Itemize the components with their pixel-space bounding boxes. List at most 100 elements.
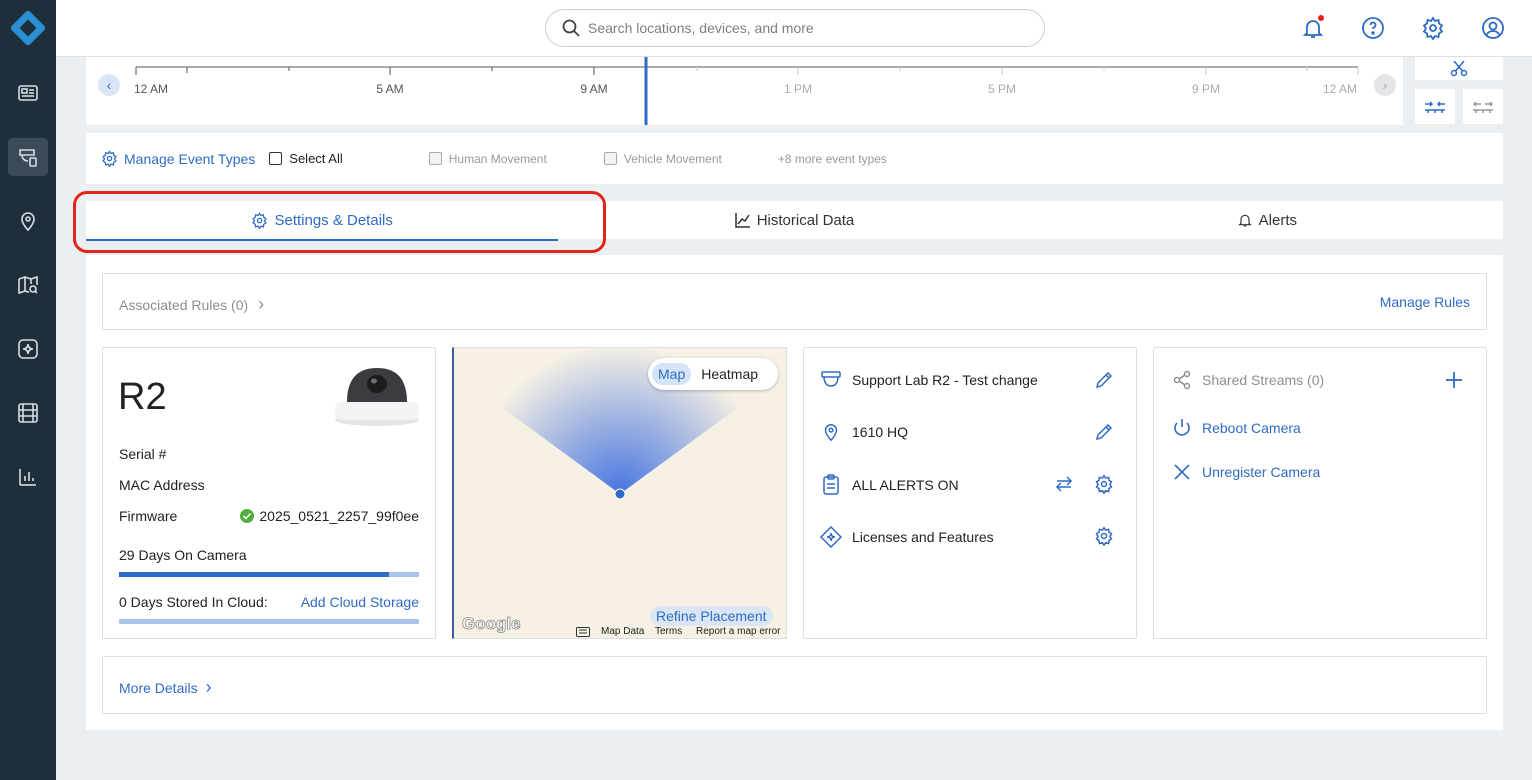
- dome-camera-icon: [821, 371, 841, 387]
- more-details-link[interactable]: More Details ›: [119, 677, 212, 698]
- timeline-next-button[interactable]: ›: [1374, 74, 1396, 96]
- associated-rules-label: Associated Rules (0): [119, 296, 249, 313]
- reboot-camera-label: Reboot Camera: [1202, 420, 1301, 436]
- report-map-error-link[interactable]: Report a map error: [696, 626, 780, 637]
- shared-streams-row: Shared Streams (0): [1172, 370, 1324, 390]
- camera-map[interactable]: Map Heatmap Google Refine Placement Map …: [452, 347, 787, 639]
- top-bar: [56, 0, 1532, 57]
- timeline-label: 5 PM: [987, 82, 1017, 96]
- compress-icon: [1425, 100, 1445, 113]
- field-of-view: [500, 348, 740, 500]
- more-event-types-link[interactable]: +8 more event types: [778, 152, 887, 166]
- camera-actions-card: Shared Streams (0) Reboot Camera Unregis…: [1153, 347, 1487, 639]
- refine-placement-button[interactable]: Refine Placement: [650, 606, 773, 626]
- unregister-camera-button[interactable]: Unregister Camera: [1172, 462, 1320, 482]
- sparkle-icon: [18, 339, 38, 359]
- timeline-label: 9 PM: [1191, 82, 1221, 96]
- sidebar: [0, 0, 56, 780]
- search-bar[interactable]: [545, 9, 1045, 47]
- select-all-checkbox[interactable]: Select All: [269, 151, 343, 166]
- tab-historical-data[interactable]: Historical Data: [558, 201, 1030, 239]
- shared-streams-label: Shared Streams (0): [1202, 372, 1325, 388]
- share-icon: [1173, 370, 1191, 390]
- chevron-right-icon: ›: [1382, 77, 1388, 93]
- camera-storage-fill: [119, 572, 389, 577]
- search-input[interactable]: [588, 20, 1008, 36]
- more-details-card: More Details ›: [102, 656, 1487, 714]
- swap-alerts-button[interactable]: [1054, 474, 1074, 494]
- sidebar-item-locations[interactable]: [8, 202, 48, 240]
- location-row: 1610 HQ: [820, 422, 908, 442]
- account-button[interactable]: [1481, 16, 1505, 40]
- sidebar-item-analytics[interactable]: [8, 458, 48, 496]
- timeline[interactable]: ‹ 12 AM 5 AM 9 AM 1 PM 5 PM 9 PM 12 AM ›: [86, 57, 1403, 125]
- google-logo: Google: [462, 614, 521, 634]
- associated-rules-link[interactable]: Associated Rules (0) ›: [119, 294, 264, 315]
- zoom-out-timeline-button[interactable]: [1463, 89, 1503, 124]
- terms-link[interactable]: Terms: [655, 626, 682, 637]
- mac-label: MAC Address: [119, 477, 205, 493]
- event-type-label: Vehicle Movement: [623, 151, 722, 166]
- event-type-human: Human Movement: [428, 152, 547, 166]
- camera-info-card: R2 Serial # MAC Address Firmware 2025_05…: [102, 347, 436, 639]
- sidebar-item-footage[interactable]: [8, 394, 48, 432]
- sidebar-item-map-search[interactable]: [8, 266, 48, 304]
- add-cloud-storage-link[interactable]: Add Cloud Storage: [301, 594, 419, 610]
- timeline-label: 5 AM: [376, 82, 404, 96]
- pencil-icon: [1095, 371, 1113, 389]
- expand-icon: [1472, 100, 1494, 113]
- help-button[interactable]: [1361, 16, 1385, 40]
- map-view-toggle[interactable]: Map Heatmap: [648, 358, 778, 390]
- settings-button[interactable]: [1421, 16, 1445, 40]
- line-chart-icon: [734, 213, 750, 228]
- zoom-in-timeline-button[interactable]: [1415, 89, 1455, 124]
- notifications-button[interactable]: [1301, 15, 1325, 40]
- checkbox[interactable]: [269, 152, 283, 165]
- gear-icon: [1095, 474, 1113, 494]
- chevron-right-icon: ›: [205, 677, 212, 697]
- tab-alerts[interactable]: Alerts: [1031, 201, 1503, 239]
- pencil-icon: [1095, 423, 1113, 441]
- camera-display-name: Support Lab R2 - Test change: [852, 372, 1038, 388]
- power-icon: [1174, 419, 1190, 436]
- highlight-annotation: [73, 191, 606, 253]
- timeline-label: 9 AM: [580, 82, 608, 96]
- reboot-camera-button[interactable]: Reboot Camera: [1172, 418, 1301, 438]
- check-circle-icon: [240, 509, 255, 523]
- manage-rules-link[interactable]: Manage Rules: [1380, 294, 1470, 310]
- camera-name-row: Support Lab R2 - Test change: [820, 370, 1038, 390]
- chevron-right-icon: ›: [258, 294, 265, 314]
- days-in-cloud-label: 0 Days Stored In Cloud:: [119, 594, 268, 610]
- camera-storage-bar: [119, 572, 419, 577]
- app-logo[interactable]: [9, 9, 47, 47]
- camera-name: R2: [118, 376, 167, 418]
- sidebar-item-devices[interactable]: [8, 138, 48, 176]
- manage-event-types-label: Manage Event Types: [124, 150, 256, 167]
- map-data-link[interactable]: Map Data: [601, 626, 644, 637]
- timeline-label: 12 AM: [1322, 82, 1358, 96]
- devices-icon: [19, 149, 37, 167]
- timeline-label: 1 PM: [783, 82, 813, 96]
- edit-location-button[interactable]: [1094, 422, 1114, 442]
- more-details-label: More Details: [119, 679, 198, 696]
- clip-button[interactable]: [1415, 57, 1503, 80]
- firmware-label: Firmware: [119, 508, 178, 524]
- heatmap-toggle-option[interactable]: Heatmap: [701, 366, 758, 382]
- licenses-settings-button[interactable]: [1094, 526, 1114, 546]
- gear-icon: [1095, 526, 1113, 546]
- diamond-sparkle-icon: [820, 526, 842, 548]
- map-search-icon: [18, 275, 38, 295]
- add-shared-stream-button[interactable]: [1445, 371, 1463, 389]
- associated-rules-card: Associated Rules (0) › Manage Rules: [102, 273, 1487, 330]
- edit-name-button[interactable]: [1094, 370, 1114, 390]
- manage-event-types-button[interactable]: Manage Event Types: [101, 150, 255, 167]
- sidebar-item-ai[interactable]: [8, 330, 48, 368]
- map-toggle-option[interactable]: Map: [652, 363, 692, 385]
- clipboard-icon: [823, 474, 839, 495]
- keyboard-icon[interactable]: [576, 627, 590, 637]
- event-filter-bar: Manage Event Types Select All Human Move…: [86, 133, 1503, 184]
- serial-label: Serial #: [119, 446, 167, 462]
- alerts-settings-button[interactable]: [1094, 474, 1114, 494]
- sidebar-item-dashboard[interactable]: [8, 74, 48, 112]
- licenses-label: Licenses and Features: [852, 529, 994, 545]
